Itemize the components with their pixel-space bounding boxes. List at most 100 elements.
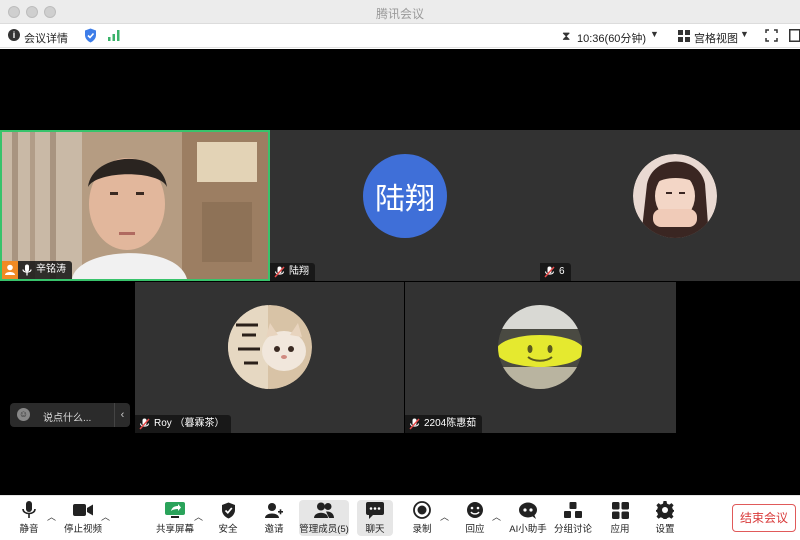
breakout-rooms-button[interactable]: 分组讨论 [553, 500, 593, 536]
breakout-icon [564, 501, 582, 518]
participant-avatar [228, 305, 312, 389]
meeting-info-bar: i 会议详情 ⧗ 10:36(60分钟) ▼ 宫格视图 ▼ [0, 24, 800, 48]
toolbar-icon-wrapper [299, 500, 349, 520]
meeting-toolbar: 静音 ︿ 停止视频 ︿ 共享屏幕 ︿ 安全 邀请 管理成员(5) 聊天 录制 ︿… [0, 495, 800, 540]
window-title: 腾讯会议 [375, 7, 424, 21]
signal-icon[interactable] [108, 30, 120, 41]
participant-name: 2204陈惠茹 [424, 418, 477, 429]
toolbar-button-label: 回应 [465, 524, 485, 535]
quick-chat-input[interactable]: ☺ 说点什么... ‹ [10, 403, 130, 427]
participant-name-tag: 6 [540, 263, 571, 281]
record-options-chevron-icon[interactable]: ︿ [440, 510, 449, 523]
participant-avatar [633, 154, 717, 238]
toolbar-button-label: 静音 [19, 524, 39, 535]
sidebar-toggle-icon[interactable] [789, 29, 800, 42]
toolbar-icon-wrapper [508, 500, 548, 520]
participant-avatar [498, 305, 582, 389]
view-dropdown-icon[interactable]: ▼ [740, 29, 749, 39]
emoji-icon[interactable]: ☺ [17, 408, 30, 421]
participant-name-tag: Roy （暮霖茶） [135, 415, 231, 433]
settings-button[interactable]: 设置 [649, 500, 681, 536]
ai-assistant-button[interactable]: AI小助手 [508, 500, 548, 536]
invite-button[interactable]: 邀请 [258, 500, 290, 536]
toolbar-icon-wrapper [154, 500, 196, 520]
collapse-chat-icon[interactable]: ‹ [114, 403, 130, 427]
participant-tile[interactable]: 6 [540, 130, 800, 281]
view-mode-label[interactable]: 宫格视图 [694, 30, 738, 46]
apps-button[interactable]: 应用 [604, 500, 636, 536]
participant-tile[interactable]: Roy （暮霖茶） [135, 282, 404, 433]
toolbar-button-label: 应用 [610, 524, 630, 535]
members-icon [314, 502, 334, 518]
gear-icon [656, 501, 674, 519]
toolbar-icon-wrapper [258, 500, 290, 520]
muted-microphone-icon [139, 418, 150, 430]
mute-button[interactable]: 静音 [12, 500, 46, 536]
hourglass-icon: ⧗ [562, 29, 571, 43]
participant-video [2, 132, 268, 279]
microphone-icon [22, 501, 36, 518]
participant-name-tag: 2204陈惠茹 [405, 415, 483, 433]
toolbar-button-label: 设置 [655, 524, 675, 535]
toolbar-button-label: AI小助手 [509, 524, 547, 535]
record-button[interactable]: 录制 [406, 500, 438, 536]
toolbar-icon-wrapper [553, 500, 593, 520]
share-screen-button[interactable]: 共享屏幕 [154, 500, 196, 536]
chat-button[interactable]: 聊天 [357, 500, 393, 536]
participant-avatar: 陆翔 [363, 154, 447, 238]
toolbar-button-label: 安全 [218, 524, 238, 535]
stop-video-button[interactable]: 停止视频 [62, 500, 104, 536]
meeting-timer[interactable]: 10:36(60分钟) [577, 30, 646, 46]
toolbar-icon-wrapper [649, 500, 681, 520]
record-icon [413, 501, 431, 519]
fullscreen-icon[interactable] [765, 29, 778, 42]
apps-grid-icon [611, 501, 629, 519]
toolbar-button-label: 停止视频 [63, 524, 102, 535]
participant-name-tag: 陆翔 [270, 263, 315, 281]
muted-microphone-icon [544, 266, 555, 278]
info-icon[interactable]: i [8, 29, 20, 41]
video-stage: 辛铭涛 陆翔 陆翔 6 Roy （暮霖茶） 2204陈惠茹 ☺ 说点什么... … [0, 49, 800, 495]
meeting-window: 腾讯会议 i 会议详情 ⧗ 10:36(60分钟) ▼ 宫格视图 ▼ 辛铭涛 陆… [0, 0, 800, 540]
toolbar-button-label: 邀请 [264, 524, 284, 535]
chat-bubble-icon [366, 501, 384, 519]
toolbar-icon-wrapper [12, 500, 46, 520]
microphone-icon [22, 264, 32, 276]
participant-tile[interactable]: 辛铭涛 [0, 130, 270, 281]
toolbar-icon-wrapper [357, 500, 393, 520]
share-options-chevron-icon[interactable]: ︿ [194, 510, 203, 523]
title-bar: 腾讯会议 [0, 0, 800, 24]
security-button[interactable]: 安全 [212, 500, 244, 536]
audio-options-chevron-icon[interactable]: ︿ [47, 510, 56, 523]
toolbar-icon-wrapper [212, 500, 244, 520]
participant-tile[interactable]: 2204陈惠茹 [405, 282, 676, 433]
toolbar-button-label: 分组讨论 [553, 524, 592, 535]
participant-name: Roy （暮霖茶） [154, 418, 225, 429]
timer-dropdown-icon[interactable]: ▼ [650, 29, 659, 39]
grid-view-icon[interactable] [678, 30, 690, 42]
reactions-button[interactable]: 回应 [458, 500, 492, 536]
host-icon [2, 261, 18, 279]
meeting-info-label[interactable]: 会议详情 [24, 30, 68, 46]
video-options-chevron-icon[interactable]: ︿ [101, 510, 110, 523]
participant-tile[interactable]: 陆翔 陆翔 [270, 130, 540, 281]
muted-microphone-icon [409, 418, 420, 430]
toolbar-icon-wrapper [62, 500, 104, 520]
participant-name-tag: 辛铭涛 [2, 261, 72, 279]
toolbar-button-label: 录制 [412, 524, 432, 535]
manage-members-button[interactable]: 管理成员(5) [299, 500, 349, 536]
share-screen-icon [165, 502, 185, 518]
toolbar-icon-wrapper [604, 500, 636, 520]
video-camera-icon [73, 504, 93, 516]
muted-microphone-icon [274, 266, 285, 278]
participant-name: 6 [559, 266, 565, 277]
reaction-icon [467, 502, 483, 518]
participant-name: 陆翔 [289, 266, 309, 277]
toolbar-icon-wrapper [458, 500, 492, 520]
chat-placeholder[interactable]: 说点什么... [43, 409, 91, 424]
security-shield-icon [221, 502, 235, 518]
end-meeting-button[interactable]: 结束会议 [732, 504, 796, 532]
toolbar-button-label: 共享屏幕 [155, 524, 194, 535]
reactions-options-chevron-icon[interactable]: ︿ [492, 510, 501, 523]
shield-icon[interactable] [84, 28, 97, 43]
